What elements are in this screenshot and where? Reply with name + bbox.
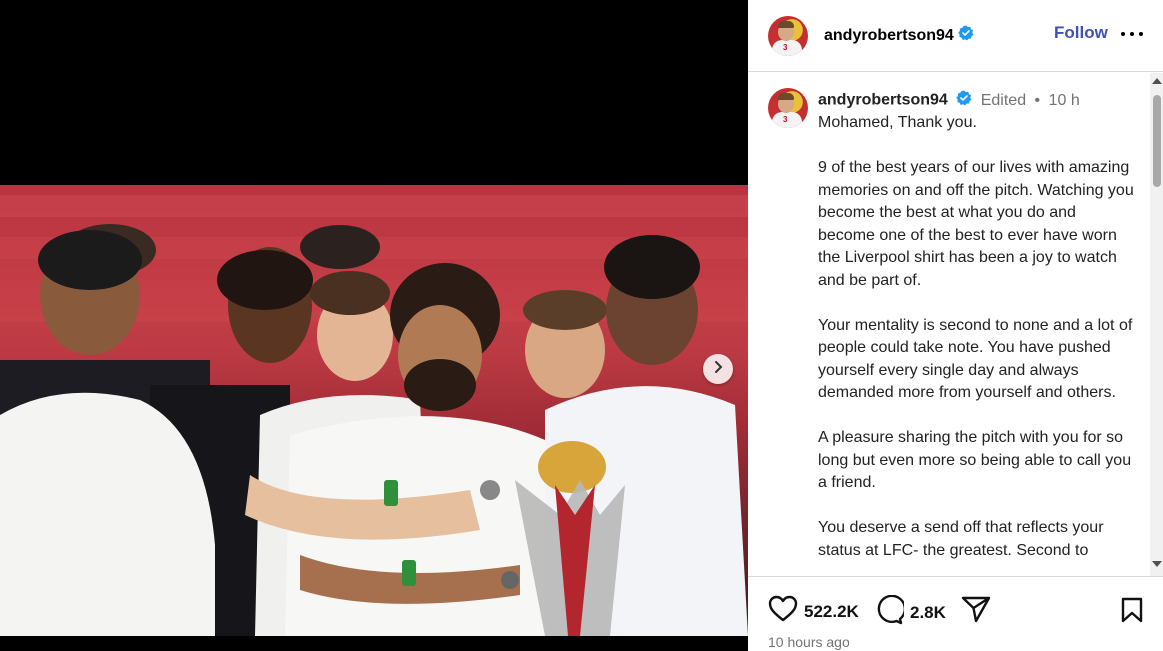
like-count: 522.2K [804,601,859,621]
comment-count: 2.8K [910,602,946,622]
carousel-next-button[interactable] [703,354,733,384]
avatar[interactable]: 3 [768,15,808,56]
send-icon [961,595,991,628]
caption-text: Mohamed, Thank you. 9 of the best years … [818,114,1134,559]
post-photo [0,185,748,636]
caption-username[interactable]: andyrobertson94 [818,92,948,109]
follow-button[interactable]: Follow [1054,23,1108,43]
caption-age: 10 h [1048,91,1080,109]
comment-button[interactable]: 2.8K [874,594,946,630]
comment-icon [874,594,907,630]
post-details-panel: 3 andyrobertson94 Follow 3 andyrobertson… [748,0,1163,651]
more-options-icon[interactable] [1121,24,1143,44]
heart-icon [768,595,798,628]
scroll-up-arrow-icon[interactable] [1152,78,1162,84]
post-media [0,0,748,651]
caption-area: 3 andyrobertson94 Edited • 10 h Mohamed,… [748,73,1163,576]
caption-header: andyrobertson94 Edited • 10 h [818,90,1080,111]
chevron-right-icon [711,360,725,379]
verified-badge-icon [956,90,972,111]
like-button[interactable]: 522.2K [768,595,859,628]
share-button[interactable] [961,595,991,628]
meta-separator: • [1034,91,1041,109]
header-username[interactable]: andyrobertson94 [824,27,954,45]
caption-scrollbar[interactable] [1150,73,1163,576]
verified-badge-icon [958,25,974,46]
post-actions: 522.2K 2.8K 10 hours ago [748,576,1163,651]
photo-illustration [0,195,748,636]
post-header: 3 andyrobertson94 Follow [748,0,1163,72]
post-timestamp[interactable]: 10 hours ago [768,634,850,650]
scroll-thumb[interactable] [1153,95,1161,187]
edited-label: Edited [980,91,1027,109]
scroll-down-arrow-icon[interactable] [1152,561,1162,567]
bookmark-icon[interactable] [1120,597,1144,628]
caption-avatar[interactable]: 3 [768,88,808,128]
